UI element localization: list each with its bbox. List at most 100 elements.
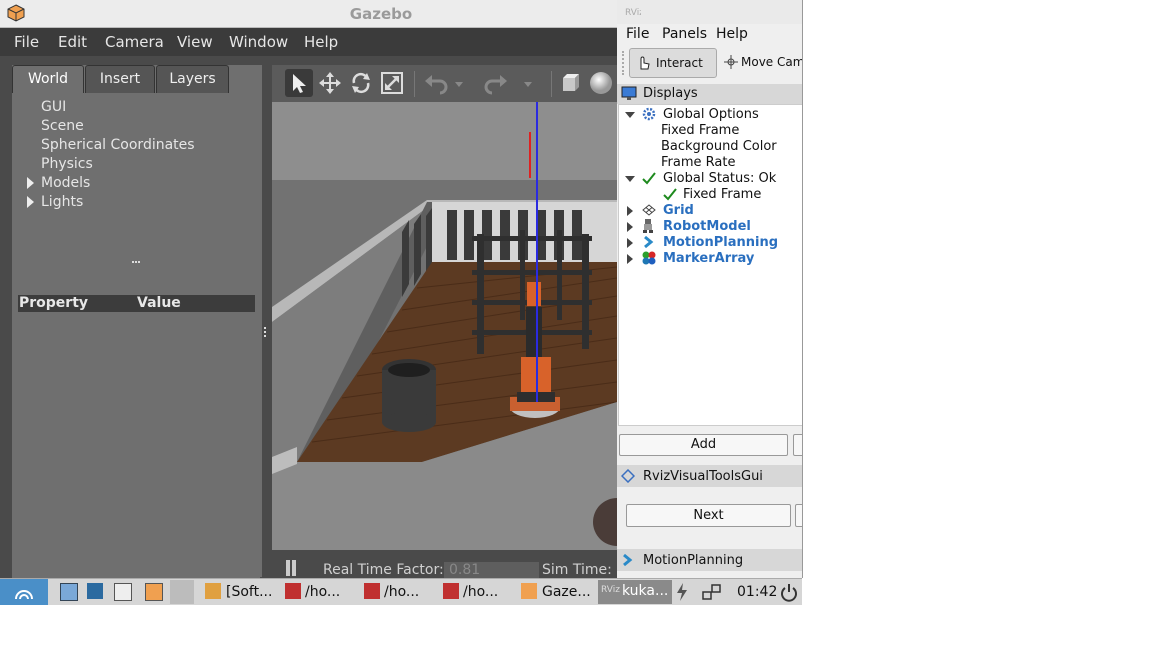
motion-planning-panel-header: MotionPlanning xyxy=(617,549,802,571)
task-gazebo[interactable]: Gaze... xyxy=(542,582,591,602)
world-panel: World Insert Layers GUI Scene Spherical … xyxy=(12,65,262,578)
menu-file[interactable]: File xyxy=(14,33,39,51)
gazebo-titlebar[interactable]: Gazebo xyxy=(0,0,617,28)
task-terminal-2[interactable]: /ho... xyxy=(384,582,419,602)
expand-lights-icon[interactable] xyxy=(27,196,34,208)
gazebo-menubar: File Edit Camera View Window Help xyxy=(0,28,617,56)
start-menu-button[interactable] xyxy=(0,579,48,605)
menu-view[interactable]: View xyxy=(177,33,213,51)
collapse-global-status-icon[interactable] xyxy=(625,176,635,182)
scale-icon[interactable] xyxy=(378,69,406,97)
task-terminal-3[interactable]: /ho... xyxy=(463,582,498,602)
clock[interactable]: 01:42 xyxy=(737,582,777,602)
expand-robot-model-icon[interactable] xyxy=(627,222,633,232)
next-display-button-partial[interactable] xyxy=(793,434,802,456)
menu-edit[interactable]: Edit xyxy=(58,33,87,51)
rviz-logo-icon: RViz xyxy=(625,8,641,17)
pause-icon[interactable] xyxy=(286,560,290,576)
hand-pointer-icon xyxy=(640,56,650,70)
menu-help[interactable]: Help xyxy=(304,33,338,51)
terminal-red-icon xyxy=(285,583,301,599)
taskbar-blank-slot[interactable] xyxy=(170,580,194,604)
rviz-menu-panels[interactable]: Panels xyxy=(662,26,707,42)
menu-camera[interactable]: Camera xyxy=(105,33,164,51)
background-color-item[interactable]: Background Color xyxy=(661,139,777,154)
menu-window[interactable]: Window xyxy=(229,33,288,51)
global-status-item[interactable]: Global Status: Ok xyxy=(663,171,776,186)
expand-motion-planning-icon[interactable] xyxy=(627,238,633,248)
rviz-menu-help[interactable]: Help xyxy=(716,26,748,42)
box-icon[interactable] xyxy=(557,69,585,97)
expand-models-icon[interactable] xyxy=(27,177,34,189)
3d-scene-viewport[interactable] xyxy=(272,102,617,550)
task-software[interactable]: [Soft... xyxy=(226,582,272,602)
tab-world[interactable]: World xyxy=(12,65,84,93)
tab-insert[interactable]: Insert xyxy=(85,65,155,93)
rviz-visual-tools-title: RvizVisualToolsGui xyxy=(643,469,763,484)
select-arrow-icon[interactable] xyxy=(285,69,313,97)
displays-tree: Global Options Fixed Frame Background Co… xyxy=(618,104,802,426)
tree-item-scene[interactable]: Scene xyxy=(41,118,84,134)
interact-button[interactable]: Interact xyxy=(629,48,717,78)
gear-icon xyxy=(642,107,656,121)
rviz-menu-file[interactable]: File xyxy=(626,26,649,42)
network-icon[interactable] xyxy=(87,583,103,599)
svg-text:RViz: RViz xyxy=(625,8,641,17)
rviz-menubar: File Panels Help xyxy=(617,24,802,44)
continue-button-partial[interactable] xyxy=(795,504,802,527)
file-manager-icon[interactable] xyxy=(60,583,78,601)
value-column-header[interactable]: Value xyxy=(137,295,181,311)
tree-item-models[interactable]: Models xyxy=(41,175,90,191)
rotate-icon[interactable] xyxy=(347,69,375,97)
tree-item-lights[interactable]: Lights xyxy=(41,194,83,210)
shutdown-icon[interactable] xyxy=(780,582,798,602)
task-rviz-active[interactable]: kuka... RViz xyxy=(598,580,672,604)
grid-icon xyxy=(642,204,656,216)
marker-array-display-item[interactable]: MarkerArray xyxy=(663,251,754,266)
global-options-item[interactable]: Global Options xyxy=(663,107,759,122)
expand-grid-icon[interactable] xyxy=(627,206,633,216)
gazebo-launcher-icon[interactable] xyxy=(145,583,163,601)
terminal-icon[interactable] xyxy=(114,583,132,601)
translate-icon[interactable] xyxy=(316,69,344,97)
displays-title: Displays xyxy=(643,86,698,101)
robot-model-display-item[interactable]: RobotModel xyxy=(663,219,751,234)
world-tree: GUI Scene Spherical Coordinates Physics … xyxy=(12,93,260,578)
move-camera-label: Move Cam xyxy=(741,55,803,69)
sphere-icon[interactable] xyxy=(587,69,615,97)
checkmark-icon xyxy=(663,188,677,201)
task-terminal-1[interactable]: /ho... xyxy=(305,582,340,602)
frame-rate-item[interactable]: Frame Rate xyxy=(661,155,735,170)
tree-item-spherical-coordinates[interactable]: Spherical Coordinates xyxy=(41,137,195,153)
network-status-icon[interactable] xyxy=(702,583,722,601)
undo-dropdown-icon[interactable] xyxy=(452,69,466,97)
redo-dropdown-icon[interactable] xyxy=(521,69,535,97)
motion-planning-icon xyxy=(644,235,654,249)
next-button[interactable]: Next xyxy=(626,504,791,527)
splitter-handle[interactable] xyxy=(132,261,140,266)
toolbar-grip[interactable] xyxy=(622,51,626,75)
collapse-global-options-icon[interactable] xyxy=(625,112,635,118)
motion-planning-display-item[interactable]: MotionPlanning xyxy=(663,235,778,250)
tree-item-physics[interactable]: Physics xyxy=(41,156,93,172)
move-camera-button[interactable]: Move Cam xyxy=(721,48,803,76)
panel-splitter-handle[interactable] xyxy=(262,322,268,340)
status-fixed-frame-item[interactable]: Fixed Frame xyxy=(683,187,761,202)
taskbar: [Soft... /ho... /ho... /ho... Gaze... ku… xyxy=(0,578,802,605)
gazebo-title: Gazebo xyxy=(349,5,413,23)
tree-item-gui[interactable]: GUI xyxy=(41,99,66,115)
grid-display-item[interactable]: Grid xyxy=(663,203,694,218)
add-display-button[interactable]: Add xyxy=(619,434,788,456)
rviz-visual-tools-panel-header: RvizVisualToolsGui xyxy=(617,465,802,487)
rviz-task-icon: RViz xyxy=(601,585,620,595)
tab-layers[interactable]: Layers xyxy=(156,65,229,93)
redo-icon[interactable] xyxy=(482,69,510,97)
power-plug-icon[interactable] xyxy=(676,583,688,601)
expand-marker-array-icon[interactable] xyxy=(627,254,633,264)
rviz-titlebar[interactable]: RViz xyxy=(617,0,802,24)
undo-icon[interactable] xyxy=(422,69,450,97)
property-column-header[interactable]: Property xyxy=(19,295,88,311)
real-time-factor-label: Real Time Factor: xyxy=(323,562,444,578)
fixed-frame-item[interactable]: Fixed Frame xyxy=(661,123,739,138)
displays-panel-header: Displays xyxy=(617,84,802,104)
